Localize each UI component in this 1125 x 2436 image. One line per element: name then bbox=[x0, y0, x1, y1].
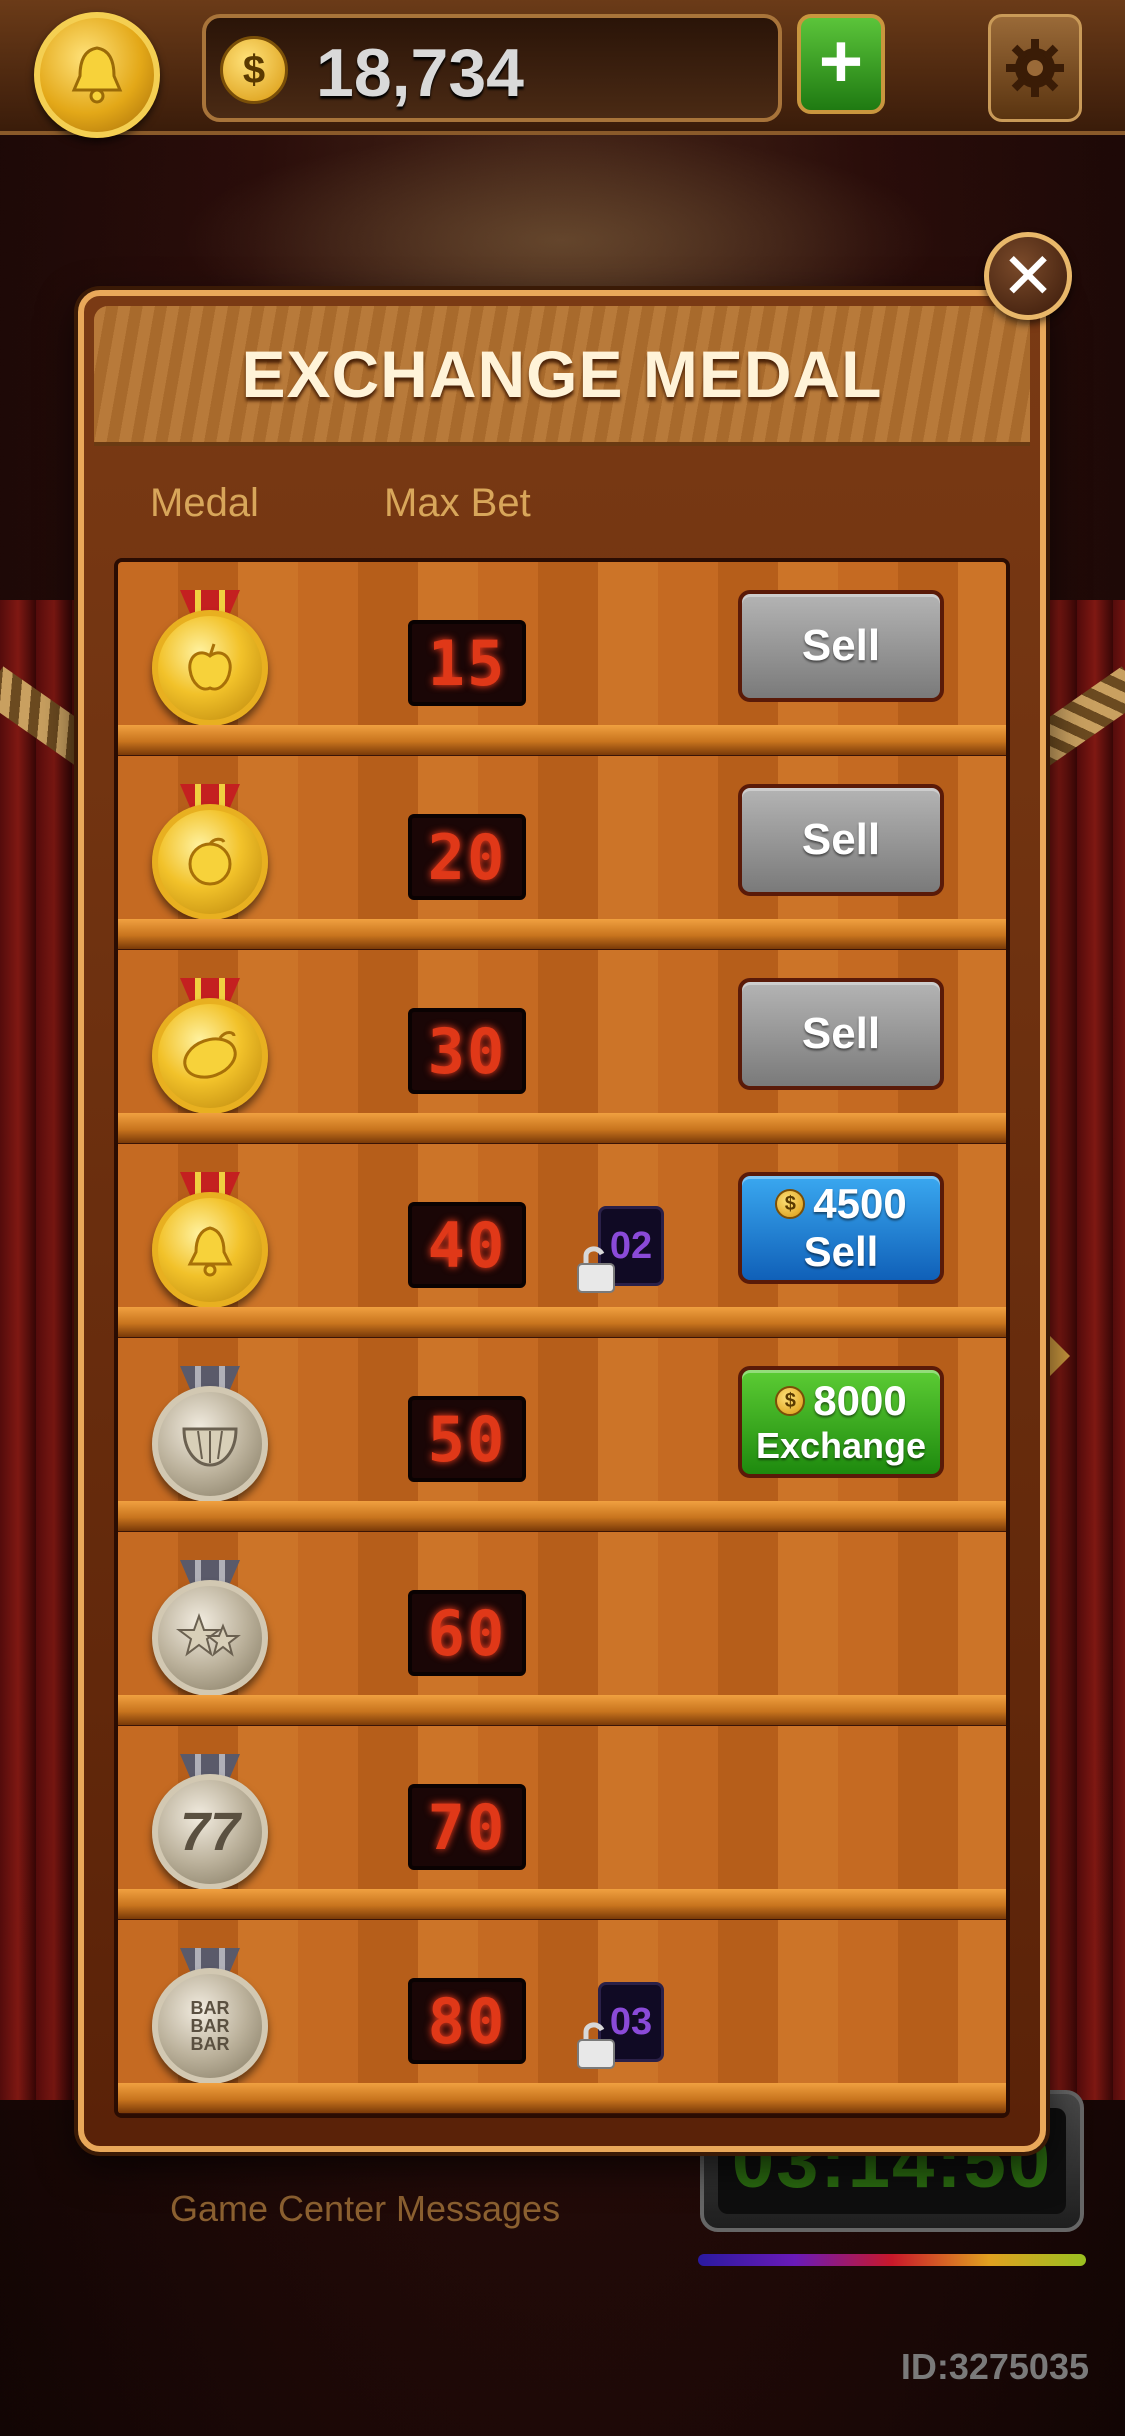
sell-button-label: Sell bbox=[801, 1009, 881, 1058]
medal-seventy-seven: 77 bbox=[152, 1754, 268, 1900]
bell-icon bbox=[71, 46, 123, 104]
max-bet-display: 15 bbox=[408, 620, 526, 706]
bell-icon bbox=[152, 1192, 268, 1308]
medal-stars bbox=[152, 1560, 268, 1706]
sell-button-label: Sell bbox=[801, 621, 881, 670]
max-bet-display: 80 bbox=[408, 1978, 526, 2064]
sell-button[interactable]: $ 4500 Sell bbox=[738, 1172, 944, 1284]
level-lock: 03 bbox=[576, 1982, 664, 2072]
coin-balance: $ 18,734 bbox=[202, 14, 782, 122]
column-header-medal: Medal bbox=[150, 481, 259, 525]
price-amount: 8000 bbox=[813, 1377, 907, 1424]
seven-symbol: 77 bbox=[179, 1802, 241, 1862]
max-bet-display: 20 bbox=[408, 814, 526, 900]
unlock-icon bbox=[577, 2022, 615, 2069]
medal-row: 77 70 bbox=[118, 1726, 1006, 1919]
lemon-icon bbox=[152, 998, 268, 1114]
price: $ 4500 bbox=[775, 1180, 907, 1228]
max-bet-display: 30 bbox=[408, 1008, 526, 1094]
sell-button[interactable]: Sell bbox=[738, 590, 944, 702]
max-bet-display: 50 bbox=[408, 1396, 526, 1482]
medal-watermelon bbox=[152, 1366, 268, 1512]
stars-icon bbox=[152, 1580, 268, 1696]
seven-icon: 77 bbox=[152, 1774, 268, 1890]
medal-row: 15 Sell bbox=[118, 562, 1006, 755]
medal-orange bbox=[152, 784, 268, 930]
right-arrow-icon bbox=[1044, 1330, 1070, 1382]
sell-button[interactable]: Sell bbox=[738, 784, 944, 896]
medal-lemon bbox=[152, 978, 268, 1124]
orange-icon bbox=[152, 804, 268, 920]
column-header-max-bet: Max Bet bbox=[384, 481, 531, 525]
add-coins-button[interactable]: + bbox=[797, 14, 885, 114]
sell-button[interactable]: Sell bbox=[738, 978, 944, 1090]
coin-amount: 18,734 bbox=[316, 35, 524, 111]
bar-icon: BAR BAR BAR bbox=[152, 1968, 268, 2084]
medal-row: 30 Sell bbox=[118, 950, 1006, 1143]
unlock-icon bbox=[577, 1246, 615, 1293]
max-bet-display: 40 bbox=[408, 1202, 526, 1288]
exchange-button[interactable]: $ 8000 Exchange bbox=[738, 1366, 944, 1478]
medal-row: 20 Sell bbox=[118, 756, 1006, 949]
sell-button-label: Sell bbox=[803, 1228, 879, 1275]
medal-row: 40 02 $ 4500 Sell bbox=[118, 1144, 1006, 1337]
max-bet-display: 70 bbox=[408, 1784, 526, 1870]
exchange-medal-dialog: EXCHANGE MEDAL Medal Max Bet 15 Sell 20 … bbox=[78, 290, 1046, 2152]
game-center-label[interactable]: Game Center bbox=[170, 2188, 386, 2230]
top-bar: $ 18,734 + bbox=[0, 0, 1125, 138]
level-lock: 02 bbox=[576, 1206, 664, 1296]
price-amount: 4500 bbox=[813, 1180, 907, 1227]
medal-apple bbox=[152, 590, 268, 736]
coin-icon: $ bbox=[775, 1189, 806, 1219]
sell-button-label: Sell bbox=[801, 815, 881, 864]
medal-shelf: 15 Sell 20 Sell 30 Sell 40 02 $ 4500 Sel… bbox=[114, 558, 1010, 2118]
progress-bar bbox=[698, 2254, 1086, 2266]
player-medal[interactable] bbox=[34, 12, 160, 138]
medal-row: 60 bbox=[118, 1532, 1006, 1725]
dialog-title: EXCHANGE MEDAL bbox=[241, 337, 883, 411]
price: $ 8000 bbox=[775, 1377, 907, 1425]
medal-row: BAR BAR BAR 80 03 bbox=[118, 1920, 1006, 2113]
gear-icon bbox=[1006, 39, 1064, 97]
watermelon-icon bbox=[152, 1386, 268, 1502]
exchange-button-label: Exchange bbox=[755, 1425, 927, 1466]
medal-bar: BAR BAR BAR bbox=[152, 1948, 268, 2094]
medal-row: 50 $ 8000 Exchange bbox=[118, 1338, 1006, 1531]
bar-symbol: BAR BAR BAR bbox=[190, 1998, 230, 2054]
apple-icon bbox=[152, 610, 268, 726]
medal-bell bbox=[152, 1172, 268, 1318]
settings-button[interactable] bbox=[988, 14, 1082, 122]
coin-icon: $ bbox=[220, 36, 288, 104]
max-bet-display: 60 bbox=[408, 1590, 526, 1676]
dialog-header: EXCHANGE MEDAL bbox=[94, 306, 1030, 446]
messages-label[interactable]: Messages bbox=[396, 2188, 560, 2230]
player-id: ID:3275035 bbox=[900, 2346, 1089, 2387]
close-button[interactable]: ✕ bbox=[984, 232, 1072, 320]
coin-icon: $ bbox=[775, 1386, 806, 1416]
